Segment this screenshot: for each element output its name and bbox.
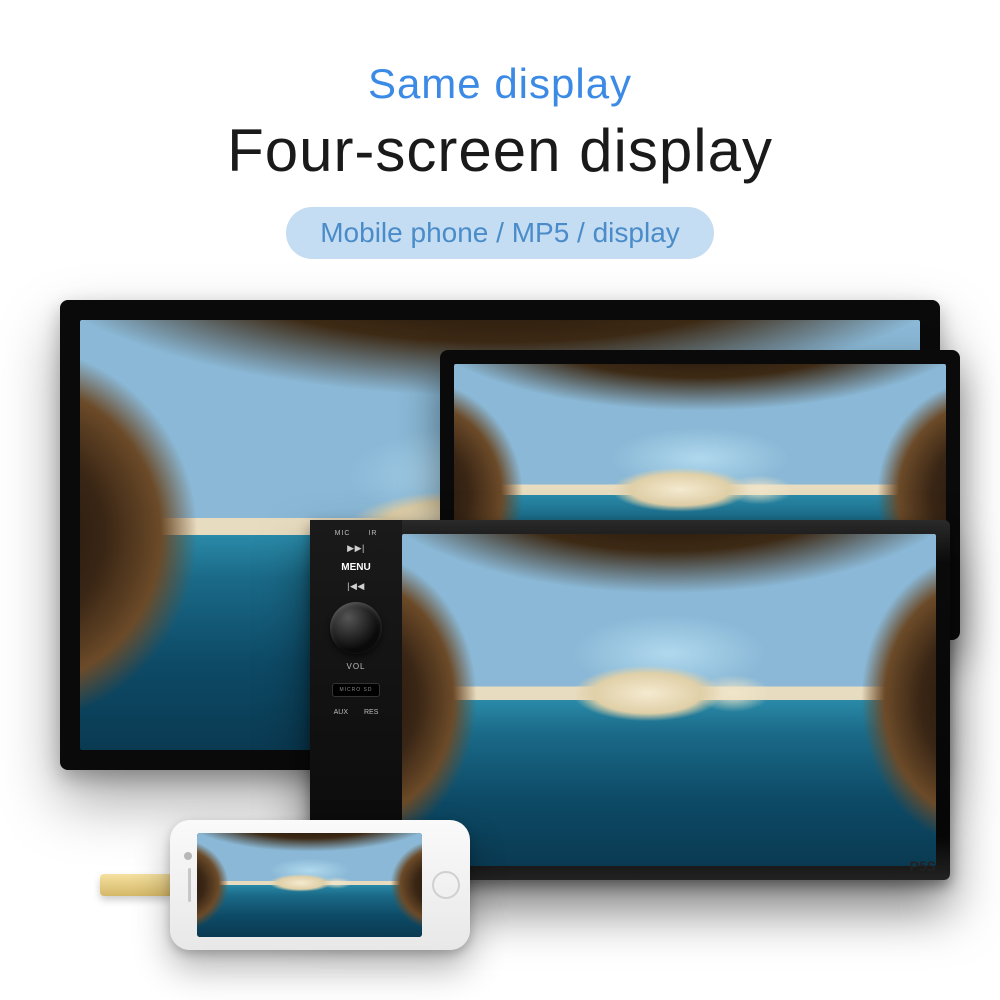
volume-knob[interactable] bbox=[330, 602, 382, 654]
prev-track-button[interactable]: |◀◀ bbox=[347, 581, 365, 592]
device-list-pill: Mobile phone / MP5 / display bbox=[286, 207, 714, 259]
mic-label: MIC bbox=[335, 530, 351, 537]
headunit-screen[interactable] bbox=[402, 534, 936, 866]
phone-screen[interactable] bbox=[197, 833, 422, 937]
mobile-phone bbox=[100, 820, 480, 950]
front-camera-icon bbox=[184, 852, 192, 860]
menu-button[interactable]: MENU bbox=[341, 562, 370, 573]
ir-label: IR bbox=[368, 530, 377, 537]
cave-scene-image bbox=[402, 534, 936, 866]
header: Same display Four-screen display Mobile … bbox=[0, 0, 1000, 259]
aux-label: AUX bbox=[334, 709, 348, 716]
phone-body bbox=[170, 820, 470, 950]
title-text: Four-screen display bbox=[0, 116, 1000, 185]
model-badge: P5S bbox=[910, 858, 936, 874]
cave-scene-image bbox=[197, 833, 422, 937]
res-label: RES bbox=[364, 709, 378, 716]
device-stage: MIC IR ▶▶| MENU |◀◀ VOL MICRO SD AUX RES… bbox=[0, 290, 1000, 970]
phone-speaker bbox=[188, 868, 191, 902]
next-track-button[interactable]: ▶▶| bbox=[347, 543, 365, 554]
phone-connector-plug bbox=[100, 874, 170, 896]
home-button[interactable] bbox=[432, 871, 460, 899]
subtitle-text: Same display bbox=[0, 60, 1000, 108]
volume-label: VOL bbox=[346, 662, 365, 671]
microsd-slot[interactable]: MICRO SD bbox=[332, 683, 380, 697]
